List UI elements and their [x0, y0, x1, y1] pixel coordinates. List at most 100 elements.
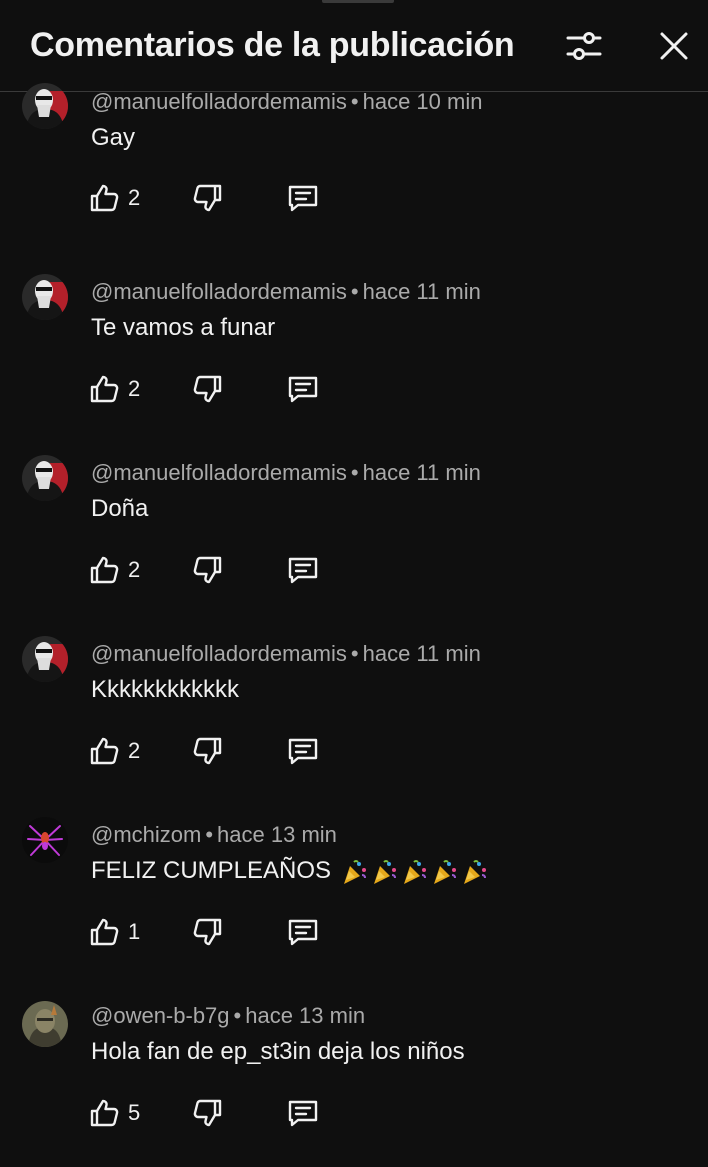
- party-popper-icon: [463, 859, 486, 884]
- reply-button[interactable]: [286, 369, 320, 409]
- comment-author[interactable]: @owen-b-b7g: [91, 1003, 230, 1028]
- close-button[interactable]: [650, 22, 698, 70]
- like-button[interactable]: 2: [88, 550, 140, 590]
- reply-comment-icon: [288, 919, 318, 946]
- comment-author[interactable]: @manuelfolladordemamis: [91, 460, 347, 485]
- comments-header: Comentarios de la publicación: [0, 0, 708, 92]
- masked-figure-avatar-icon: [22, 455, 68, 501]
- party-popper-icon: [433, 859, 456, 884]
- reply-comment-icon: [288, 376, 318, 403]
- comment-item: @manuelfolladordemamis • hace 10 min Gay 2: [0, 81, 708, 262]
- thumbs-down-icon: [193, 737, 222, 765]
- comment-author[interactable]: @mchizom: [91, 822, 201, 847]
- comment-actions: 5: [88, 1093, 348, 1133]
- sliders-icon: [566, 32, 602, 60]
- party-popper-icon: [343, 859, 366, 884]
- comment-actions: 1: [88, 912, 348, 952]
- comment-meta: @owen-b-b7g • hace 13 min: [91, 1003, 366, 1028]
- comment-text: Gay: [91, 124, 136, 151]
- dislike-button[interactable]: [192, 178, 224, 218]
- like-count: 2: [128, 185, 141, 210]
- comment-item: @manuelfolladordemamis • hace 11 min Te va…: [0, 262, 708, 443]
- comment-time: hace 10 min: [362, 89, 483, 114]
- comment-time: hace 13 min: [245, 1003, 366, 1028]
- comment-item: @owen-b-b7g • hace 13 min Hola fan de ep_s…: [0, 986, 708, 1167]
- like-button[interactable]: 1: [88, 912, 140, 952]
- avatar[interactable]: [22, 274, 68, 320]
- comment-time: hace 11 min: [362, 460, 481, 485]
- like-count: 1: [128, 919, 141, 944]
- dislike-button[interactable]: [192, 1093, 224, 1133]
- comment-item: @manuelfolladordemamis • hace 11 min Doña …: [0, 443, 708, 624]
- reply-comment-icon: [288, 1100, 318, 1127]
- masked-figure-avatar-icon: [22, 636, 68, 682]
- reply-button[interactable]: [286, 550, 320, 590]
- like-count: 2: [128, 738, 141, 763]
- avatar[interactable]: [22, 817, 68, 863]
- thumbs-up-icon: [90, 1099, 119, 1127]
- reply-button[interactable]: [286, 912, 320, 952]
- comment-text: Kkkkkkkkkkkk: [91, 676, 240, 703]
- avatar[interactable]: [22, 83, 68, 129]
- thumbs-down-icon: [193, 375, 222, 403]
- avatar[interactable]: [22, 636, 68, 682]
- comment-meta: @manuelfolladordemamis • hace 11 min: [91, 641, 481, 666]
- reply-button[interactable]: [286, 178, 320, 218]
- thumbs-down-icon: [193, 1099, 222, 1127]
- page-title: Comentarios de la publicación: [30, 26, 515, 64]
- comment-actions: 2: [88, 550, 348, 590]
- comment-time: hace 13 min: [217, 822, 337, 847]
- thumbs-up-icon: [90, 737, 119, 765]
- comment-author[interactable]: @manuelfolladordemamis: [91, 641, 347, 666]
- comment-text: Doña: [91, 495, 149, 522]
- like-button[interactable]: 2: [88, 178, 140, 218]
- dislike-button[interactable]: [192, 550, 224, 590]
- reply-button[interactable]: [286, 1093, 320, 1133]
- avatar[interactable]: [22, 1001, 68, 1047]
- comment-text: FELIZ CUMPLEAÑOS: [91, 857, 488, 886]
- comment-text-body: FELIZ CUMPLEAÑOS: [91, 857, 332, 884]
- thumbs-down-icon: [193, 556, 222, 584]
- comment-time: hace 11 min: [362, 641, 481, 666]
- like-count: 5: [128, 1100, 141, 1125]
- reply-comment-icon: [288, 738, 318, 765]
- thumbs-down-icon: [193, 184, 222, 212]
- thumbs-up-icon: [90, 918, 119, 946]
- comment-time: hace 11 min: [362, 279, 481, 304]
- like-count: 2: [128, 376, 141, 401]
- like-button[interactable]: 5: [88, 1093, 140, 1133]
- comment-actions: 2: [88, 731, 348, 771]
- dislike-button[interactable]: [192, 731, 224, 771]
- masked-figure-avatar-icon: [22, 83, 68, 129]
- party-popper-icon: [373, 859, 396, 884]
- hooded-figure-avatar-icon: [22, 1001, 68, 1047]
- masked-figure-avatar-icon: [22, 274, 68, 320]
- comment-author[interactable]: @manuelfolladordemamis: [91, 89, 347, 114]
- thumbs-up-icon: [90, 375, 119, 403]
- reply-button[interactable]: [286, 731, 320, 771]
- comment-author[interactable]: @manuelfolladordemamis: [91, 279, 347, 304]
- dislike-button[interactable]: [192, 912, 224, 952]
- close-icon: [660, 32, 688, 60]
- comment-actions: 2: [88, 178, 348, 218]
- comment-meta: @mchizom • hace 13 min: [91, 822, 337, 847]
- comment-item: @manuelfolladordemamis • hace 11 min Kkkkk…: [0, 624, 708, 805]
- reply-comment-icon: [288, 557, 318, 584]
- comment-meta: @manuelfolladordemamis • hace 11 min: [91, 460, 481, 485]
- thumbs-down-icon: [193, 918, 222, 946]
- avatar[interactable]: [22, 455, 68, 501]
- comment-meta: @manuelfolladordemamis • hace 10 min: [91, 89, 483, 114]
- like-count: 2: [128, 557, 141, 582]
- filter-button[interactable]: [560, 22, 608, 70]
- comment-text: Te vamos a funar: [91, 314, 276, 341]
- comment-actions: 2: [88, 369, 348, 409]
- party-popper-icon: [403, 859, 426, 884]
- comment-item: @mchizom • hace 13 min FELIZ CUMPLEAÑOS 1: [0, 805, 708, 986]
- spider-emblem-avatar-icon: [22, 817, 68, 863]
- comment-meta: @manuelfolladordemamis • hace 11 min: [91, 279, 481, 304]
- dislike-button[interactable]: [192, 369, 224, 409]
- like-button[interactable]: 2: [88, 731, 140, 771]
- like-button[interactable]: 2: [88, 369, 140, 409]
- thumbs-up-icon: [90, 184, 119, 212]
- thumbs-up-icon: [90, 556, 119, 584]
